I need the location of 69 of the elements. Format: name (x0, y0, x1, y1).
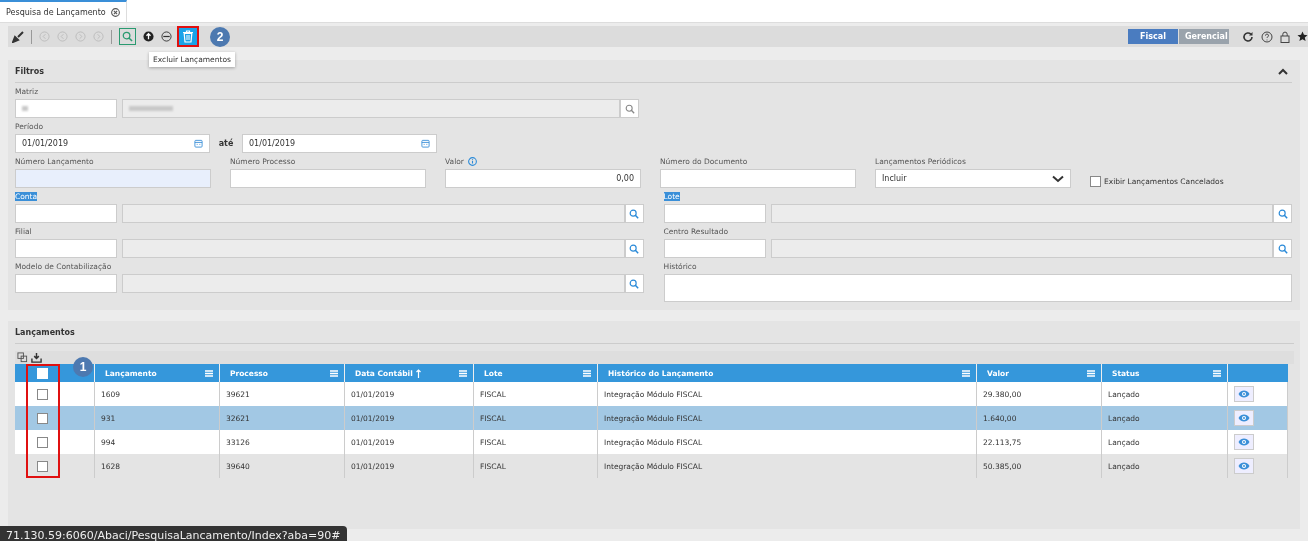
checkbox[interactable] (37, 460, 48, 472)
view-button[interactable] (1234, 458, 1254, 474)
input-field[interactable] (663, 204, 766, 223)
chevron-down-icon (1052, 174, 1064, 183)
menu-icon[interactable] (205, 369, 213, 377)
calendar-icon[interactable] (421, 139, 430, 148)
search-icon[interactable] (629, 243, 639, 254)
search-icon[interactable] (629, 278, 639, 289)
search-button[interactable] (1273, 204, 1292, 223)
input-field[interactable] (663, 239, 766, 258)
input-field[interactable] (15, 204, 117, 223)
close-icon[interactable] (110, 7, 120, 17)
sort-ascending-icon (415, 368, 421, 378)
eye-icon[interactable] (1238, 390, 1250, 398)
redacted-text (129, 106, 173, 111)
range-separator: até (217, 139, 235, 148)
checkbox[interactable] (37, 436, 48, 448)
panel-title: Lançamentos (15, 327, 75, 337)
input-field[interactable]: 0,00 (445, 169, 641, 188)
download-icon[interactable] (31, 352, 42, 363)
step-badge: 2 (210, 26, 230, 47)
calendar-icon[interactable] (194, 139, 203, 148)
brush-icon[interactable] (12, 30, 24, 43)
view-button[interactable] (1234, 434, 1254, 450)
menu-icon[interactable] (330, 369, 338, 377)
status-url: 71.130.59:6060/Abaci/PesquisaLancamento/Index?aba=90# (0, 526, 347, 541)
search-icon[interactable] (1277, 243, 1288, 254)
checkbox[interactable] (37, 412, 48, 424)
checkbox[interactable] (37, 388, 48, 400)
search-icon[interactable] (1277, 208, 1288, 219)
search-icon[interactable] (624, 103, 635, 114)
input-field[interactable] (15, 169, 211, 188)
view-toggle-button[interactable]: Fiscal (1128, 29, 1178, 44)
dropdown[interactable]: Incluir (875, 169, 1071, 188)
menu-icon[interactable] (1213, 369, 1221, 377)
input-field[interactable] (15, 99, 117, 118)
collapse-icon[interactable] (1278, 67, 1288, 75)
eye-icon[interactable] (1238, 438, 1250, 446)
redacted-text (22, 106, 28, 111)
menu-icon[interactable] (1087, 369, 1095, 377)
input-field[interactable] (660, 169, 856, 188)
search-button[interactable] (119, 28, 136, 45)
minus-icon[interactable] (161, 31, 172, 42)
info-icon[interactable] (467, 157, 477, 166)
page-tab[interactable]: Pesquisa de Lançamento (0, 0, 127, 22)
eye-icon[interactable] (1238, 414, 1250, 422)
view-button[interactable] (1234, 410, 1254, 426)
search-icon[interactable] (629, 208, 639, 219)
panel-title: Filtros (15, 66, 44, 76)
search-button[interactable] (1273, 239, 1292, 258)
help-icon[interactable] (1261, 30, 1273, 43)
view-button[interactable] (1234, 386, 1254, 402)
menu-icon[interactable] (583, 369, 591, 377)
input-field[interactable] (230, 169, 426, 188)
refresh-icon[interactable] (1242, 30, 1254, 43)
input-field[interactable] (15, 274, 117, 293)
text-area[interactable] (663, 274, 1292, 302)
date-field[interactable]: 01/01/2019 (242, 134, 437, 153)
menu-icon[interactable] (962, 369, 970, 377)
menu-icon[interactable] (459, 369, 467, 377)
upload-icon[interactable] (143, 31, 154, 42)
star-icon[interactable] (1297, 31, 1308, 42)
lock-icon[interactable] (1280, 30, 1290, 43)
copy-icon[interactable] (17, 352, 28, 363)
input-field[interactable] (15, 239, 117, 258)
eye-icon[interactable] (1238, 462, 1250, 470)
date-field[interactable]: 01/01/2019 (15, 134, 210, 153)
search-button[interactable] (620, 99, 639, 118)
delete-button[interactable] (179, 28, 197, 45)
